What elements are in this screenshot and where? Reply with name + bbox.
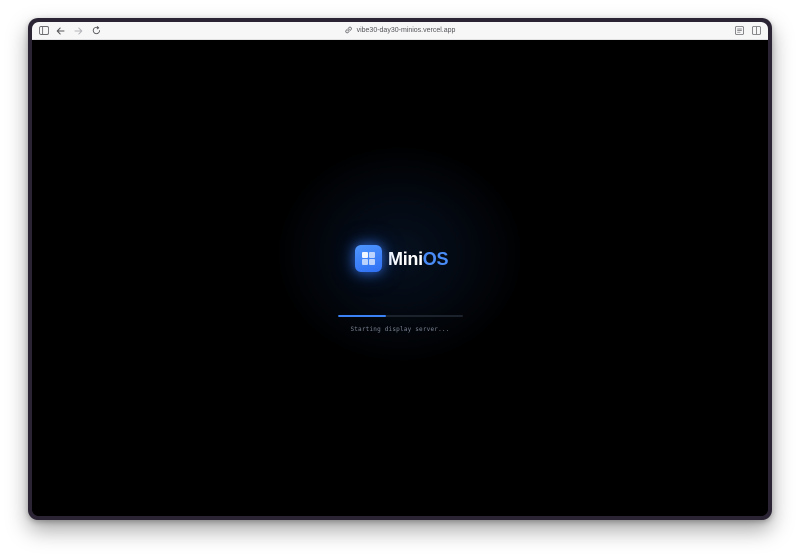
back-arrow-icon[interactable] (54, 24, 67, 37)
reader-icon[interactable] (733, 24, 746, 37)
boot-progress-bar (338, 315, 463, 317)
app-name-accent: OS (422, 248, 449, 269)
boot-status-text: Starting display server... (350, 326, 450, 333)
link-icon (345, 26, 353, 36)
page-viewport: MiniOS Starting display server... (32, 40, 768, 516)
grid-icon (362, 252, 375, 265)
split-view-icon[interactable] (750, 24, 763, 37)
browser-content: vibe30-day30-minios.vercel.app MiniOS St… (32, 22, 768, 516)
app-name: MiniOS (388, 248, 449, 269)
reload-icon[interactable] (90, 24, 103, 37)
boot-progress-fill (338, 315, 386, 317)
address-url: vibe30-day30-minios.vercel.app (356, 27, 456, 34)
forward-arrow-icon[interactable] (72, 24, 85, 37)
boot-brand: MiniOS (355, 245, 449, 272)
app-logo (355, 245, 382, 272)
desktop: vibe30-day30-minios.vercel.app MiniOS St… (0, 0, 800, 556)
browser-toolbar: vibe30-day30-minios.vercel.app (32, 22, 768, 40)
browser-window: vibe30-day30-minios.vercel.app MiniOS St… (28, 18, 772, 520)
app-name-primary: Mini (388, 248, 423, 269)
sidebar-icon[interactable] (37, 24, 50, 37)
address-bar[interactable]: vibe30-day30-minios.vercel.app (345, 22, 456, 39)
